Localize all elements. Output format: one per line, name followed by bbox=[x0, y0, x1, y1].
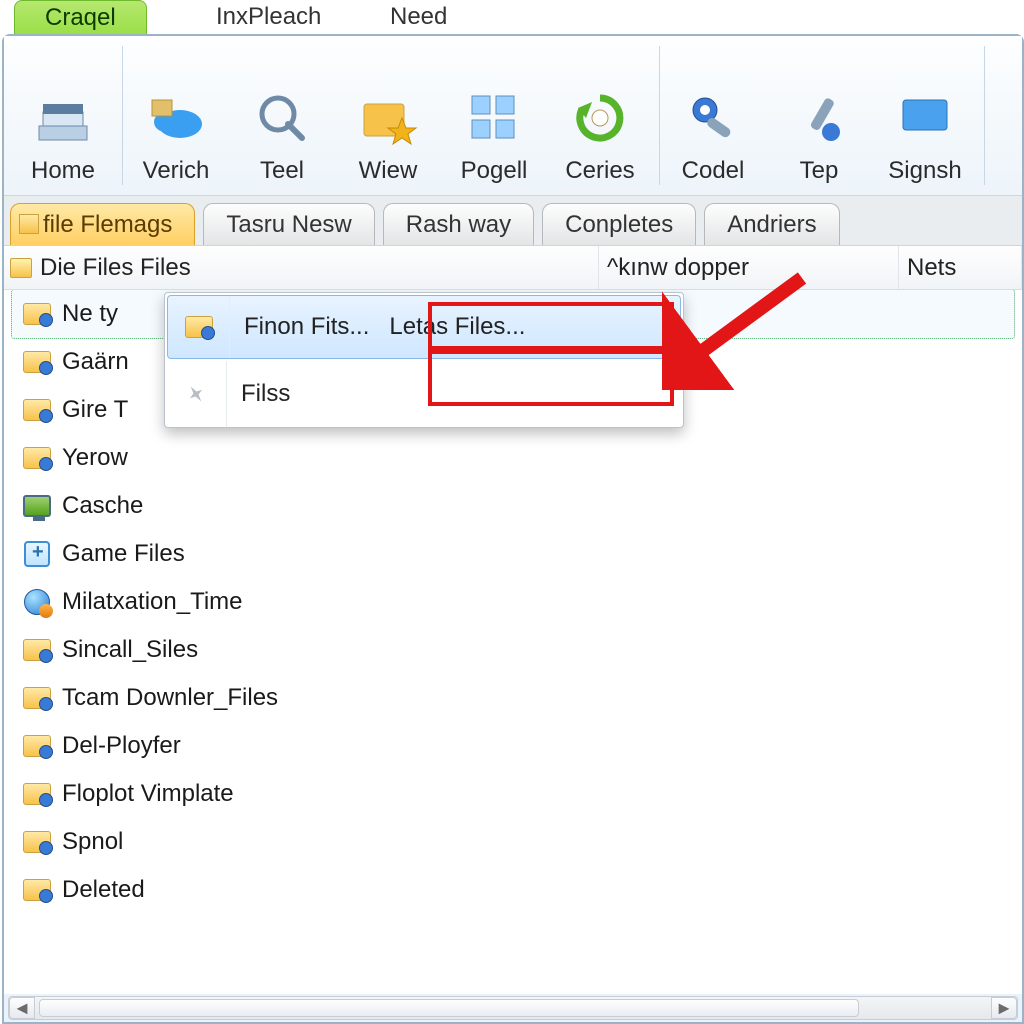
list-item[interactable]: Tcam Downler_Files bbox=[4, 674, 1022, 722]
tool-teel-label: Teel bbox=[260, 157, 304, 185]
tab-file-flemags[interactable]: file Flemags bbox=[10, 203, 195, 245]
annotation-highlight bbox=[428, 302, 674, 350]
folder-share-icon bbox=[22, 779, 52, 809]
tool-tep-label: Tep bbox=[800, 157, 839, 185]
window-frame: Home Verich Teel Wiew bbox=[2, 34, 1024, 1024]
tool-ceries[interactable]: Ceries bbox=[547, 46, 653, 185]
tabs-row: file Flemags Tasru Nesw Rash way Conplet… bbox=[4, 196, 1022, 246]
scroll-right-button[interactable]: ► bbox=[991, 997, 1017, 1019]
list-item[interactable]: Deleted bbox=[4, 866, 1022, 914]
folder-share-icon bbox=[22, 299, 52, 329]
list-item-label: Spnol bbox=[62, 828, 123, 856]
annotation-arrow-icon bbox=[662, 270, 822, 390]
list-item[interactable]: Yerow bbox=[4, 434, 1022, 482]
folder-share-icon bbox=[22, 347, 52, 377]
horizontal-scrollbar[interactable]: ◄ 6 ► bbox=[8, 996, 1018, 1020]
column-nets[interactable]: Nets bbox=[899, 246, 1022, 289]
folder-share-icon bbox=[22, 395, 52, 425]
folder-share-icon bbox=[22, 683, 52, 713]
tab-conpletes[interactable]: Conpletes bbox=[542, 203, 696, 245]
tool-codel[interactable]: Codel bbox=[660, 46, 766, 185]
list-item-label: Game Files bbox=[62, 540, 185, 568]
tool-wiew-label: Wiew bbox=[359, 157, 418, 185]
pin-icon bbox=[165, 361, 227, 427]
folder-share-icon bbox=[22, 635, 52, 665]
tool-verich[interactable]: Verich bbox=[123, 46, 229, 185]
search-icon bbox=[251, 87, 313, 149]
globe-icon bbox=[22, 587, 52, 617]
folder-share-icon bbox=[22, 731, 52, 761]
cloud-icon bbox=[145, 87, 207, 149]
annotation-highlight bbox=[428, 350, 674, 406]
list-item-label: Gaärn bbox=[62, 348, 129, 376]
tab-andriers[interactable]: Andriers bbox=[704, 203, 839, 245]
column-name[interactable]: Die Files Files bbox=[4, 246, 599, 289]
tool-verich-label: Verich bbox=[143, 157, 210, 185]
list-item[interactable]: Game Files bbox=[4, 530, 1022, 578]
scroll-thumb[interactable] bbox=[39, 999, 859, 1017]
list-item-label: Del-Ployfer bbox=[62, 732, 181, 760]
scroll-left-button[interactable]: ◄ bbox=[9, 997, 35, 1019]
menu-item-craqel[interactable]: Craqel bbox=[14, 0, 147, 34]
folder-share-icon bbox=[22, 827, 52, 857]
folder-share-icon bbox=[168, 296, 230, 358]
list-item-label: Deleted bbox=[62, 876, 145, 904]
tool-wiew[interactable]: Wiew bbox=[335, 46, 441, 185]
list-item-label: Yerow bbox=[62, 444, 128, 472]
list-item[interactable]: Del-Ployfer bbox=[4, 722, 1022, 770]
list-item-label: Sincall_Siles bbox=[62, 636, 198, 664]
tool-codel-label: Codel bbox=[682, 157, 745, 185]
wrench-icon bbox=[682, 87, 744, 149]
list-item[interactable]: Spnol bbox=[4, 818, 1022, 866]
folder-share-icon bbox=[22, 443, 52, 473]
ribbon-toolbar: Home Verich Teel Wiew bbox=[4, 36, 1022, 196]
list-item-label: Ne ty bbox=[62, 300, 118, 328]
column-headers: Die Files Files ^kınw dopper Nets bbox=[4, 246, 1022, 290]
tool-signsh-label: Signsh bbox=[888, 157, 961, 185]
tab-rash-way[interactable]: Rash way bbox=[383, 203, 534, 245]
list-item-label: Floplot Vimplate bbox=[62, 780, 234, 808]
tool-teel[interactable]: Teel bbox=[229, 46, 335, 185]
list-item[interactable]: Floplot Vimplate bbox=[4, 770, 1022, 818]
list-item-label: Casche bbox=[62, 492, 143, 520]
menu-bar: Craqel InxPleach Need bbox=[0, 0, 1024, 34]
menu-item-need[interactable]: Need bbox=[360, 0, 477, 34]
tool-home[interactable]: Home bbox=[10, 46, 116, 185]
tab-tasru-nesw[interactable]: Tasru Nesw bbox=[203, 203, 374, 245]
tool-signsh[interactable]: Signsh bbox=[872, 46, 978, 185]
tool-home-label: Home bbox=[31, 157, 95, 185]
list-item-label: Gire T bbox=[62, 396, 128, 424]
context-label-1: Finon Fits... bbox=[230, 313, 369, 341]
folder-star-icon bbox=[357, 87, 419, 149]
folder-share-icon bbox=[22, 875, 52, 905]
list-item[interactable]: Milatxation_Time bbox=[4, 578, 1022, 626]
tool-ceries-label: Ceries bbox=[565, 157, 634, 185]
home-icon bbox=[32, 87, 94, 149]
grid-icon bbox=[463, 87, 525, 149]
box-icon bbox=[22, 539, 52, 569]
list-item-label: Milatxation_Time bbox=[62, 588, 243, 616]
list-item[interactable]: Sincall_Siles bbox=[4, 626, 1022, 674]
tool-pogell-label: Pogell bbox=[461, 157, 528, 185]
tool-tep[interactable]: Tep bbox=[766, 46, 872, 185]
monitor-icon bbox=[22, 491, 52, 521]
refresh-icon bbox=[569, 87, 631, 149]
tool-pogell[interactable]: Pogell bbox=[441, 46, 547, 185]
tool-icon bbox=[788, 87, 850, 149]
display-icon bbox=[894, 87, 956, 149]
list-item-label: Tcam Downler_Files bbox=[62, 684, 278, 712]
menu-item-inxpleach[interactable]: InxPleach bbox=[186, 0, 351, 34]
list-item[interactable]: Casche bbox=[4, 482, 1022, 530]
context-label-1: Filss bbox=[227, 380, 290, 408]
